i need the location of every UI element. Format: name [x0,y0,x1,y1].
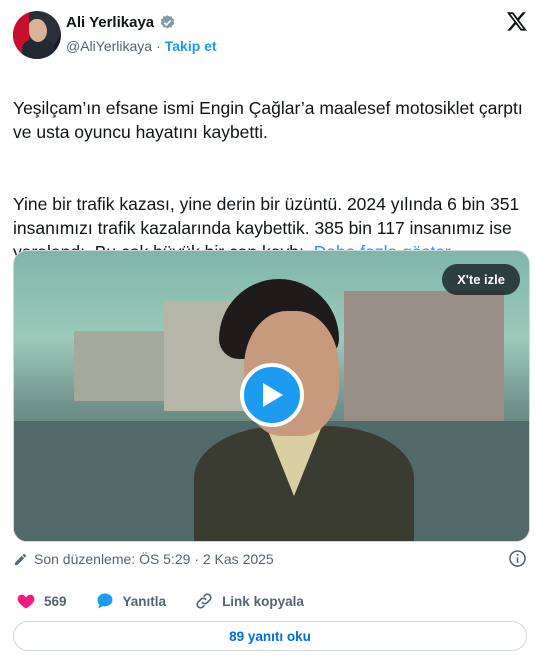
separator-dot: · [156,38,161,54]
like-button[interactable]: 569 [16,591,67,611]
tweet-paragraph-1: Yeşilçam’ın efsane ismi Engin Çağlar’a m… [13,98,523,142]
author-handle-row: @AliYerlikaya · Takip et [66,38,217,54]
reply-bubble-icon [97,593,113,609]
video-frame-building [344,291,504,421]
heart-icon [17,594,35,609]
info-icon[interactable] [508,549,527,568]
x-logo-icon[interactable] [506,10,528,32]
action-bar: 569 Yanıtla Link kopyala [16,591,332,611]
reply-label: Yanıtla [122,593,167,609]
edited-timestamp: Son düzenleme: ÖS 5:29 · 2 Kas 2025 [13,551,274,567]
author-avatar[interactable] [13,11,61,59]
edited-label[interactable]: Son düzenleme: ÖS 5:29 · 2 Kas 2025 [34,551,274,567]
author-name-row: Ali Yerlikaya [66,14,176,31]
link-icon [196,593,212,609]
play-icon [263,383,283,407]
copy-link-label: Link kopyala [222,593,304,609]
pencil-icon [14,553,27,565]
watch-on-x-button[interactable]: X'te izle [442,264,520,295]
read-replies-button[interactable]: 89 yanıtı oku [13,621,527,651]
play-button[interactable] [240,363,304,427]
video-frame-building [74,331,164,401]
video-player[interactable]: X'te izle [13,250,530,542]
verified-badge-icon [160,15,175,29]
reply-button[interactable]: Yanıtla [95,591,167,611]
tweet-card: Ali Yerlikaya @AliYerlikaya · Takip et Y… [0,0,540,667]
copy-link-button[interactable]: Link kopyala [194,591,304,611]
author-handle[interactable]: @AliYerlikaya [66,38,152,54]
author-name[interactable]: Ali Yerlikaya [66,14,154,31]
like-count: 569 [44,593,67,609]
follow-button[interactable]: Takip et [165,38,217,54]
